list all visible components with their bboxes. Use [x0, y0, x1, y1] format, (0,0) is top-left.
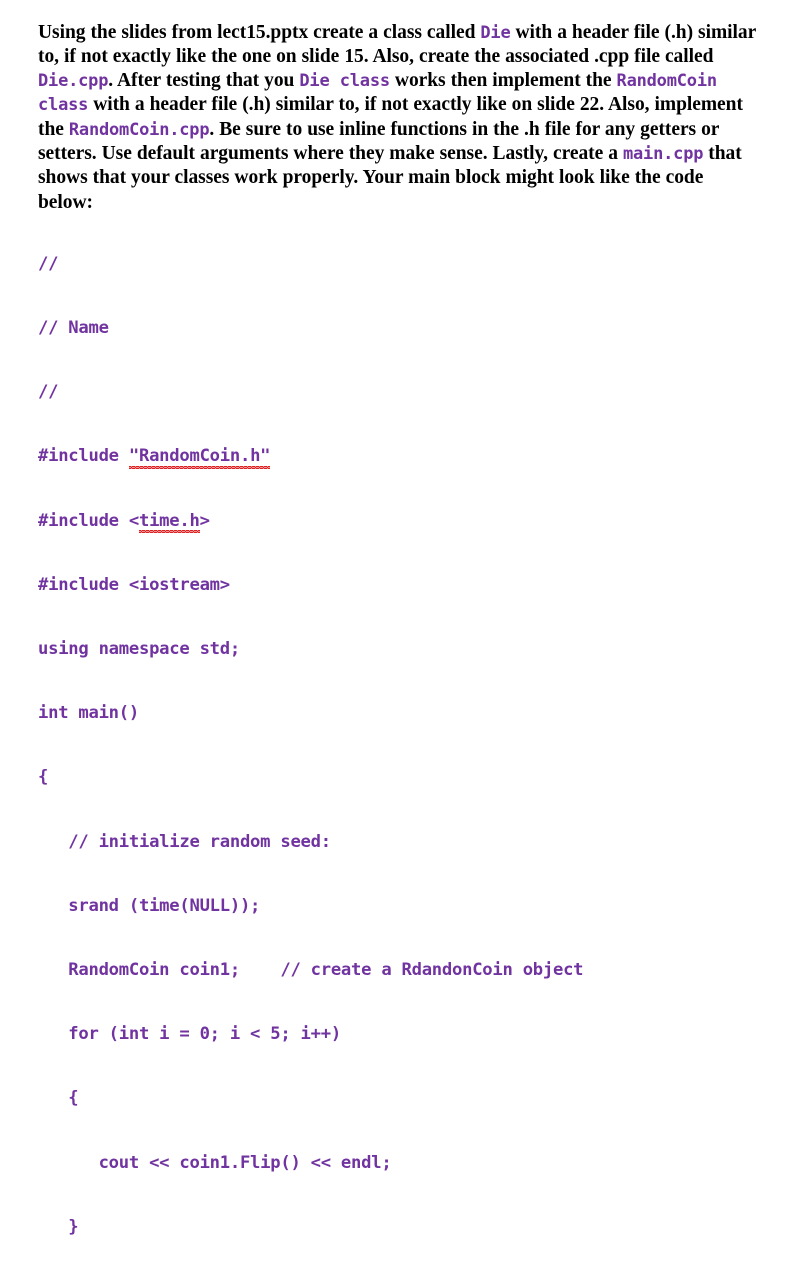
- code-line-include-randomcoin: #include "RandomCoin.h": [38, 446, 778, 470]
- document-page: Using the slides from lect15.pptx create…: [0, 0, 797, 1237]
- code-line: #include <iostream>: [38, 574, 230, 595]
- code-line: using namespace std;: [38, 639, 240, 660]
- spellcheck-misspelling-randomcoin-h: "RandomCoin.h": [128, 446, 271, 470]
- code-line: for (int i = 0; i < 5; i++): [38, 1024, 341, 1045]
- code-line: {: [38, 1088, 79, 1109]
- code-line: RandomCoin coin1; // create a RdandonCoi…: [38, 960, 584, 981]
- inline-code-die-class-2: Die class: [299, 71, 390, 92]
- inline-code-die-class: Die: [480, 22, 511, 43]
- code-line: srand (time(NULL));: [38, 895, 261, 916]
- code-include-keyword: #include <: [38, 510, 139, 531]
- code-line: //: [38, 382, 59, 403]
- code-line: //: [38, 253, 59, 274]
- code-line-include-time: #include <time.h>: [38, 510, 778, 534]
- code-line: int main(): [38, 703, 139, 724]
- paragraph-segment-3: . After testing that you: [108, 70, 300, 92]
- inline-code-randomcoin-cpp: RandomCoin.cpp: [68, 119, 210, 140]
- code-line: cout << coin1.Flip() << endl;: [38, 1152, 392, 1173]
- assignment-paragraph: Using the slides from lect15.pptx create…: [38, 21, 760, 215]
- paragraph-segment-4: works then implement the: [389, 70, 617, 92]
- code-line: {: [38, 767, 49, 788]
- code-angle-bracket-close: >: [199, 510, 210, 531]
- code-line: }: [38, 1216, 79, 1237]
- code-block: // // Name // #include "RandomCoin.h" #i…: [38, 211, 778, 1282]
- code-line: // initialize random seed:: [38, 831, 331, 852]
- code-include-keyword: #include: [38, 446, 129, 467]
- inline-code-main-cpp: main.cpp: [622, 143, 704, 164]
- code-line: // Name: [38, 318, 109, 339]
- inline-code-die-cpp: Die.cpp: [38, 71, 109, 92]
- paragraph-segment-1: Using the slides from lect15.pptx create…: [38, 21, 481, 43]
- spellcheck-misspelling-time-h: time.h: [138, 510, 200, 534]
